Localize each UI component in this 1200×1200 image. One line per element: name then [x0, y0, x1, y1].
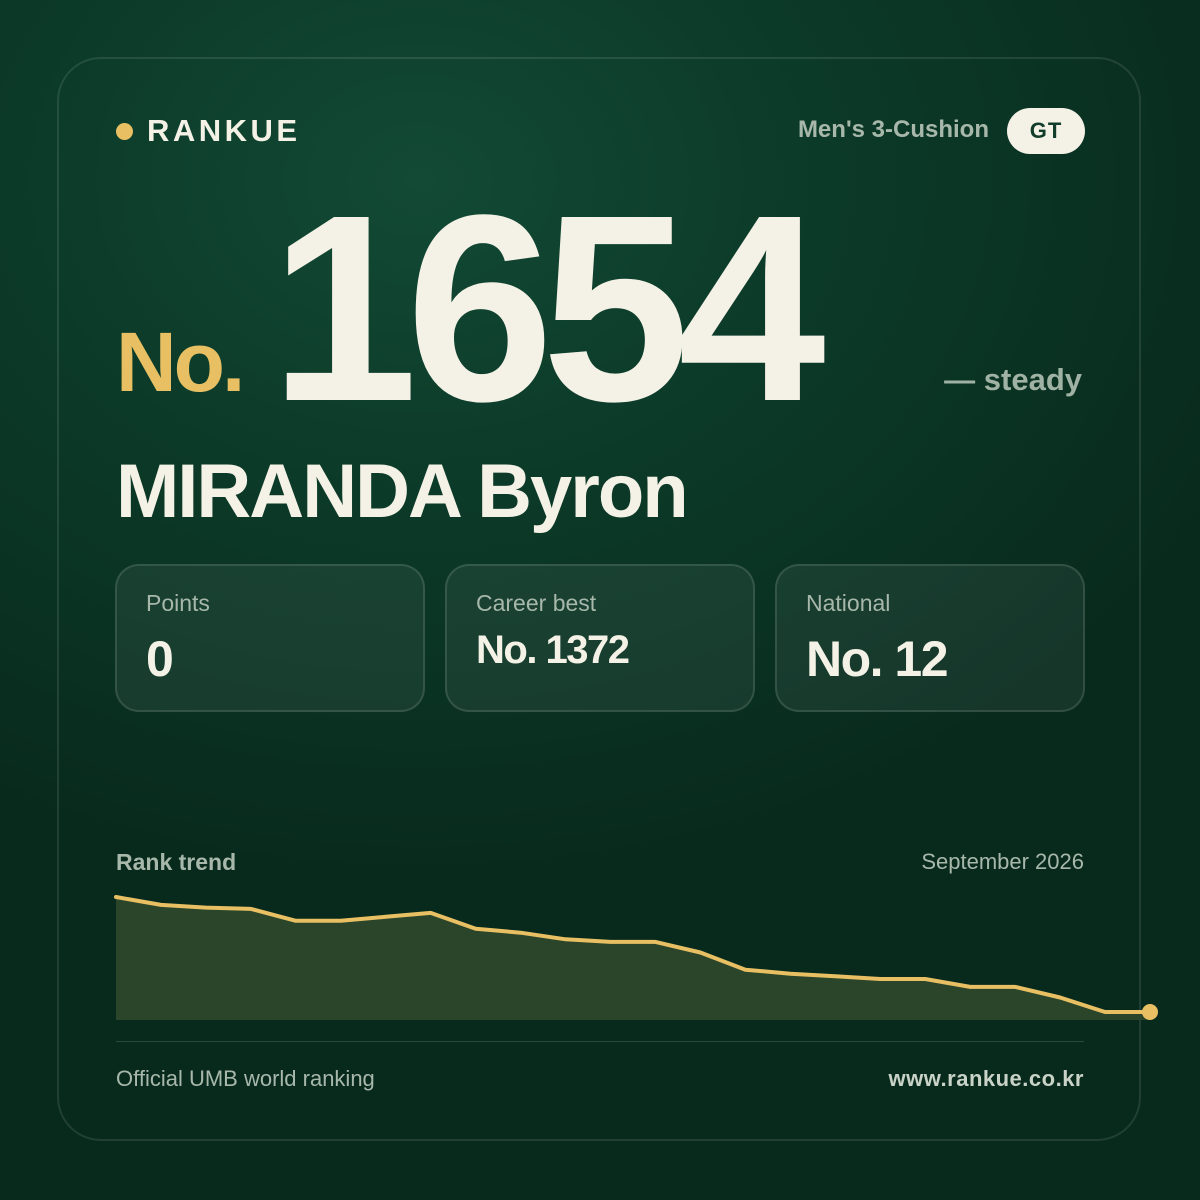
stat-value: 0: [146, 631, 174, 687]
rank-number: 1654: [270, 160, 826, 457]
stat-card-career-best: Career best No. 1372: [445, 564, 755, 712]
brand-dot-icon: [116, 122, 133, 140]
footer-url: www.rankue.co.kr: [888, 1066, 1084, 1091]
stat-card-national: National No. 12: [775, 564, 1085, 712]
country-badge: GT: [1007, 108, 1085, 154]
brand-logo: RANKUE: [116, 112, 301, 150]
rank-change: — steady: [944, 362, 1082, 397]
discipline-label: Men's 3-Cushion: [797, 116, 989, 143]
footer-source: Official UMB world ranking: [116, 1066, 375, 1091]
rank-prefix: No.: [116, 315, 245, 409]
trend-end-marker: [1142, 1004, 1158, 1020]
stat-label: Career best: [476, 590, 597, 616]
stat-value: No. 12: [806, 631, 949, 687]
stat-value: No. 1372: [476, 628, 630, 672]
trend-label: Rank trend: [116, 849, 237, 875]
stat-card-points: Points 0: [115, 564, 425, 712]
brand-name: RANKUE: [147, 113, 301, 148]
player-name: MIRANDA Byron: [116, 449, 689, 534]
footer-divider: [116, 1041, 1084, 1042]
stat-label: Points: [146, 590, 210, 616]
trend-period: September 2026: [921, 849, 1084, 874]
stat-label: National: [806, 590, 891, 616]
